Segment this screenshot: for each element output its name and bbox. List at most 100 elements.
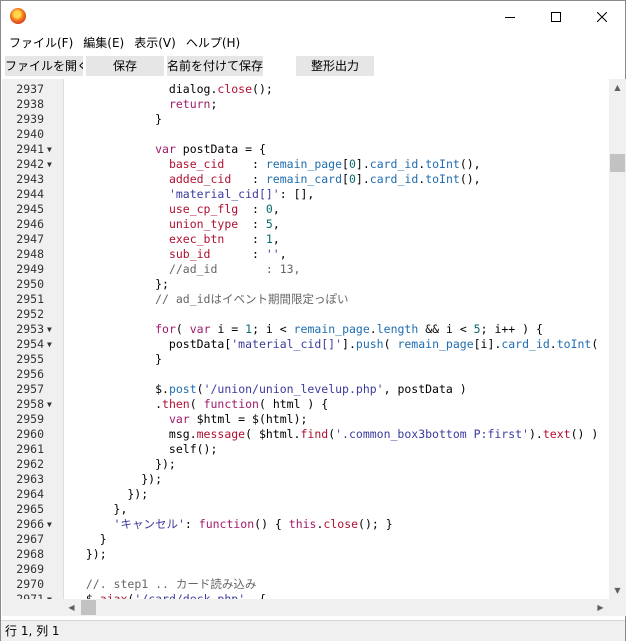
code-line[interactable]: 2971▼ $.ajax('/card/deck.php', { (2, 592, 609, 599)
line-number: 2938 (16, 97, 44, 111)
line-number: 2952 (16, 307, 44, 321)
horizontal-scrollbar[interactable]: ◀ ▶ (63, 599, 609, 616)
scrollbar-corner (609, 599, 626, 616)
menu-help[interactable]: ヘルプ(H) (182, 33, 244, 53)
code-line[interactable]: 2956 (2, 367, 609, 382)
code-text: }); (72, 547, 107, 561)
minimize-icon (505, 16, 515, 18)
line-number: 2958 (16, 397, 44, 411)
code-line[interactable]: 2942 ▼ base_cid : remain_page[0].card_id.… (2, 157, 609, 172)
code-text: //ad_id : 13, (168, 262, 301, 276)
line-number: 2970 (16, 577, 44, 591)
horizontal-scroll-thumb[interactable] (81, 600, 96, 615)
code-text: } (72, 352, 163, 366)
code-line[interactable]: 2967 } (2, 532, 609, 547)
vertical-scroll-thumb[interactable] (610, 154, 625, 172)
code-editor[interactable]: 2937 dialog.close(); 2938 return; 2939 } 29… (2, 79, 609, 599)
fold-arrow-icon[interactable]: ▼ (47, 397, 57, 412)
line-number: 2967 (16, 532, 44, 546)
code-line[interactable]: 2952 (2, 307, 609, 322)
line-number: 2947 (16, 232, 44, 246)
code-line[interactable]: 2949 //ad_id : 13, (2, 262, 609, 277)
code-line[interactable]: 2939 } (2, 112, 609, 127)
code-line[interactable]: 2951 // ad_idはイベント期間限定っぽい (2, 292, 609, 307)
code-line[interactable]: 2969 (2, 562, 609, 577)
format-button[interactable]: 整形出力 (296, 56, 374, 76)
code-text: return; (168, 97, 218, 111)
code-text: exec_btn : 1, (168, 232, 280, 246)
line-number: 2963 (16, 472, 44, 486)
code-text: } (72, 112, 163, 126)
code-line[interactable]: 2963 }); (2, 472, 609, 487)
code-line[interactable]: 2955 } (2, 352, 609, 367)
line-number: 2964 (16, 487, 44, 501)
code-line[interactable]: 2945 use_cp_flg : 0, (2, 202, 609, 217)
code-line[interactable]: 2964 }); (2, 487, 609, 502)
code-line[interactable]: 2946 union_type : 5, (2, 217, 609, 232)
code-line[interactable]: 2938 return; (2, 97, 609, 112)
code-line[interactable]: 2957 $.post('/union/union_levelup.php', … (2, 382, 609, 397)
code-text: var $html = $(html); (168, 412, 308, 426)
code-line[interactable]: 2937 dialog.close(); (2, 82, 609, 97)
fold-arrow-icon[interactable]: ▼ (47, 142, 57, 157)
line-number: 2962 (16, 457, 44, 471)
menu-view[interactable]: 表示(V) (130, 33, 180, 53)
fold-arrow-icon[interactable]: ▼ (47, 337, 57, 352)
code-line[interactable]: 2961 self(); (2, 442, 609, 457)
line-number: 2966 (16, 517, 44, 531)
code-line[interactable]: 2944 'material_cid[]': [], (2, 187, 609, 202)
line-number: 2943 (16, 172, 44, 186)
code-text: }; (72, 277, 169, 291)
fold-arrow-icon[interactable]: ▼ (47, 322, 57, 337)
code-line[interactable]: 2940 (2, 127, 609, 142)
code-line[interactable]: 2970 //. step1 .. カード読み込み (2, 577, 609, 592)
scroll-right-icon[interactable]: ▶ (592, 599, 609, 616)
code-line[interactable]: 2954 ▼ postData['material_cid[]'].push( r… (2, 337, 609, 352)
code-line[interactable]: 2950 }; (2, 277, 609, 292)
line-number: 2951 (16, 292, 44, 306)
menu-edit[interactable]: 編集(E) (79, 33, 128, 53)
toolbar: ファイルを開く... 保存 名前を付けて保存... 整形出力 (1, 54, 625, 77)
line-number: 2944 (16, 187, 44, 201)
code-line[interactable]: 2966 ▼ 'キャンセル': function() { this.close()… (2, 517, 609, 532)
vertical-scrollbar[interactable]: ▲ ▼ (609, 79, 626, 599)
scroll-up-icon[interactable]: ▲ (609, 79, 626, 96)
code-text: sub_id : '', (168, 247, 287, 261)
code-line[interactable]: 2960 msg.message( $html.find('.common_bo… (2, 427, 609, 442)
code-text: }); (72, 472, 163, 486)
fold-arrow-icon[interactable]: ▼ (47, 517, 57, 532)
fold-arrow-icon[interactable]: ▼ (47, 592, 57, 599)
code-line[interactable]: 2959 var $html = $(html); (2, 412, 609, 427)
code-line[interactable]: 2941 ▼ var postData = { (2, 142, 609, 157)
scroll-left-icon[interactable]: ◀ (63, 599, 80, 616)
code-line[interactable]: 2947 exec_btn : 1, (2, 232, 609, 247)
line-number: 2941 (16, 142, 44, 156)
close-button[interactable] (579, 1, 625, 32)
editor-window: ファイル(F) 編集(E) 表示(V) ヘルプ(H) ファイルを開く... 保存… (0, 0, 626, 641)
menu-file[interactable]: ファイル(F) (5, 33, 77, 53)
code-line[interactable]: 2958 ▼ .then( function( html ) { (2, 397, 609, 412)
code-line[interactable]: 2943 added_cid : remain_card[0].card_id.… (2, 172, 609, 187)
title-bar[interactable] (1, 1, 625, 32)
line-number: 2954 (16, 337, 44, 351)
fold-arrow-icon[interactable]: ▼ (47, 157, 57, 172)
line-number: 2949 (16, 262, 44, 276)
code-text: 'キャンセル': function() { this.close(); } (113, 517, 393, 531)
code-line[interactable]: 2965 }, (2, 502, 609, 517)
line-number: 2950 (16, 277, 44, 291)
code-line[interactable]: 2962 }); (2, 457, 609, 472)
maximize-button[interactable] (533, 1, 579, 32)
open-file-button[interactable]: ファイルを開く... (5, 56, 83, 76)
line-number: 2960 (16, 427, 44, 441)
code-text: for( var i = 1; i < remain_page.length &… (155, 322, 543, 336)
code-line[interactable]: 2948 sub_id : '', (2, 247, 609, 262)
scroll-down-icon[interactable]: ▼ (609, 582, 626, 599)
save-button[interactable]: 保存 (86, 56, 164, 76)
code-line[interactable]: 2968 }); (2, 547, 609, 562)
line-number: 2968 (16, 547, 44, 561)
line-number: 2955 (16, 352, 44, 366)
save-as-button[interactable]: 名前を付けて保存... (167, 56, 263, 76)
line-number: 2940 (16, 127, 44, 141)
minimize-button[interactable] (487, 1, 533, 32)
code-line[interactable]: 2953 ▼ for( var i = 1; i < remain_page.le… (2, 322, 609, 337)
